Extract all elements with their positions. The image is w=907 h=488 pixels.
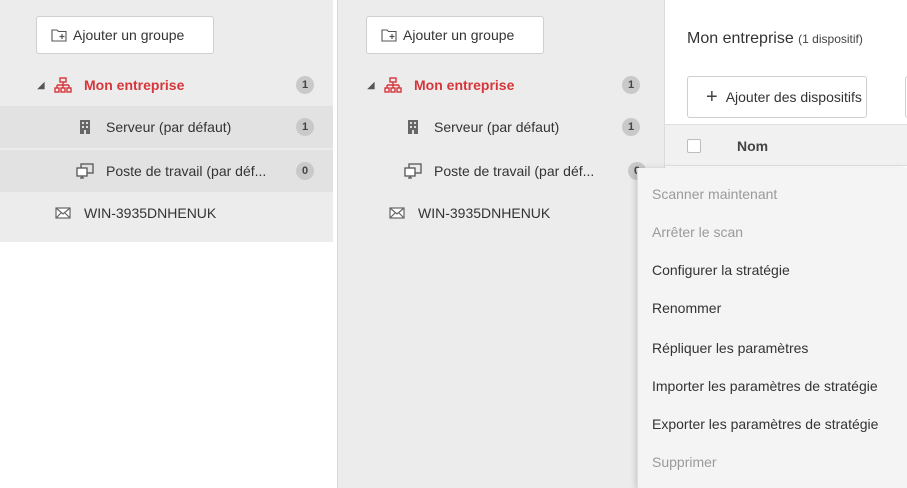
tree-item-label: Poste de travail (par déf...: [106, 163, 267, 179]
tree-item-win-host[interactable]: WIN-3935DNHENUK: [338, 192, 664, 234]
tree-item-label: WIN-3935DNHENUK: [418, 205, 551, 221]
add-group-label: Ajouter un groupe: [73, 27, 185, 43]
org-chart-icon: [54, 77, 72, 93]
tree-item-label: Serveur (par défaut): [434, 119, 560, 135]
count-badge: 1: [622, 118, 640, 136]
menu-item-export-policy[interactable]: Exporter les paramètres de stratégie: [652, 412, 878, 436]
plus-icon: +: [706, 86, 718, 108]
count-badge: 0: [296, 162, 314, 180]
add-group-button[interactable]: Ajouter un groupe: [36, 16, 214, 54]
envelope-icon: [54, 205, 72, 221]
left-tree-panel: Ajouter un groupe ◢ Mon entreprise 1 Ser…: [0, 0, 333, 242]
menu-item-import-policy[interactable]: Importer les paramètres de stratégie: [652, 374, 878, 398]
page-title: Mon entreprise (1 dispositif): [687, 30, 863, 48]
folder-add-icon: [381, 29, 397, 42]
page-subtitle: (1 dispositif): [798, 32, 863, 46]
add-devices-button[interactable]: + Ajouter des dispositifs: [687, 76, 867, 118]
menu-item-scan-now[interactable]: Scanner maintenant: [652, 182, 777, 206]
context-menu: Scanner maintenant Arrêter le scan Confi…: [637, 168, 907, 488]
folder-add-icon: [51, 29, 67, 42]
add-group-label: Ajouter un groupe: [403, 27, 515, 43]
tree-item-label: Poste de travail (par déf...: [434, 163, 595, 179]
tree-item-mon-entreprise[interactable]: ◢ Mon entreprise 1: [0, 64, 333, 106]
tree-item-mon-entreprise[interactable]: ◢ Mon entreprise 1: [338, 64, 664, 106]
tree-item-serveur[interactable]: Serveur (par défaut) 1: [338, 106, 664, 148]
menu-item-configure-policy[interactable]: Configurer la stratégie: [652, 258, 790, 282]
tree-item-poste-de-travail[interactable]: Poste de travail (par déf... 0: [338, 150, 664, 192]
building-icon: [404, 119, 422, 135]
expand-triangle-icon[interactable]: ◢: [364, 80, 378, 91]
menu-item-stop-scan[interactable]: Arrêter le scan: [652, 220, 743, 244]
add-devices-label: Ajouter des dispositifs: [725, 89, 862, 105]
tree-item-label: Mon entreprise: [414, 77, 515, 93]
tree-item-serveur[interactable]: Serveur (par défaut) 1: [0, 106, 333, 148]
tree-item-label: Mon entreprise: [84, 77, 185, 93]
org-chart-icon: [384, 77, 402, 93]
workstation-icon: [76, 163, 94, 179]
menu-item-replicate-settings[interactable]: Répliquer les paramètres: [652, 336, 808, 360]
tree-item-win-host[interactable]: WIN-3935DNHENUK: [0, 192, 333, 234]
add-group-button[interactable]: Ajouter un groupe: [366, 16, 544, 54]
menu-item-delete[interactable]: Supprimer: [652, 450, 717, 474]
select-all-checkbox[interactable]: [687, 139, 701, 153]
count-badge: 1: [296, 118, 314, 136]
right-tree-panel: Ajouter un groupe ◢ Mon entreprise 1 Ser…: [338, 0, 664, 488]
tree-item-label: Serveur (par défaut): [106, 119, 232, 135]
table-header: Nom: [665, 124, 907, 166]
column-header-name[interactable]: Nom: [737, 138, 768, 154]
screenshot-frame: Ajouter un groupe ◢ Mon entreprise 1 Ser…: [0, 0, 907, 488]
menu-item-rename[interactable]: Renommer: [652, 296, 721, 320]
tree-item-label: WIN-3935DNHENUK: [84, 205, 217, 221]
count-badge: 1: [622, 76, 640, 94]
building-icon: [76, 119, 94, 135]
workstation-icon: [404, 163, 422, 179]
envelope-icon: [388, 205, 406, 221]
count-badge: 1: [296, 76, 314, 94]
tree-item-poste-de-travail[interactable]: Poste de travail (par déf... 0: [0, 150, 333, 192]
page-title-text: Mon entreprise: [687, 30, 794, 47]
expand-triangle-icon[interactable]: ◢: [34, 80, 48, 91]
